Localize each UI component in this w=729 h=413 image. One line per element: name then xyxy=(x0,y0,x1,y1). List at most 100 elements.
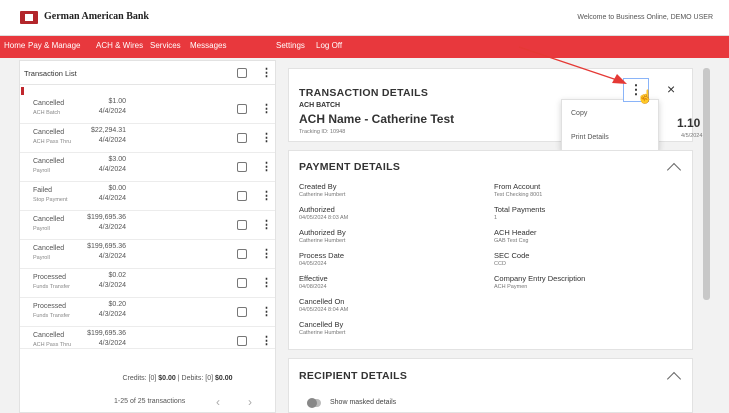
row-checkbox[interactable] xyxy=(237,249,247,259)
row-type: Payroll xyxy=(33,255,50,261)
row-status: Cancelled xyxy=(33,129,65,136)
row-type: Stop Payment xyxy=(33,197,68,203)
welcome-message: Welcome to Business Online, DEMO USER xyxy=(577,14,713,21)
cancelled-by-value: Catherine Humbert xyxy=(299,330,346,336)
row-checkbox[interactable] xyxy=(237,307,247,317)
row-date: 4/3/2024 xyxy=(98,253,126,260)
row-amount: $199,695.36 xyxy=(87,214,126,221)
menu-copy[interactable]: Copy xyxy=(571,110,587,117)
top-bar: German American Bank Welcome to Business… xyxy=(0,0,729,36)
row-amount: $22,294.31 xyxy=(90,127,126,134)
collapse-chevron-icon[interactable] xyxy=(666,162,682,178)
row-more-icon[interactable]: ⋮ xyxy=(261,306,272,318)
row-checkbox[interactable] xyxy=(237,133,247,143)
row-type: Payroll xyxy=(33,226,50,232)
transaction-list-panel: Transaction List ⋮ Cancelled ACH Batch $… xyxy=(19,60,276,413)
menu-print-details[interactable]: Print Details xyxy=(571,134,609,141)
payment-details-card: PAYMENT DETAILS Created By Catherine Hum… xyxy=(288,150,693,350)
row-more-icon[interactable]: ⋮ xyxy=(261,335,272,347)
transaction-details-card: TRANSACTION DETAILS ACH BATCH ACH Name -… xyxy=(288,68,702,151)
transaction-row[interactable]: Cancelled ACH Pass Thru $199,695.36 4/3/… xyxy=(20,327,275,349)
payment-details-title: PAYMENT DETAILS xyxy=(299,161,401,173)
totals-summary: Credits: [0] $0.00 | Debits: [0] $0.00 xyxy=(20,375,275,382)
mask-toggle[interactable] xyxy=(307,398,321,408)
nav-services[interactable]: Services xyxy=(150,41,181,50)
nav-ach-wires[interactable]: ACH & Wires xyxy=(96,41,143,50)
row-more-icon[interactable]: ⋮ xyxy=(261,190,272,202)
sec-code-value: CCD xyxy=(494,261,506,267)
row-checkbox[interactable] xyxy=(237,278,247,288)
row-more-icon[interactable]: ⋮ xyxy=(261,161,272,173)
main-nav: Home Pay & Manage ACH & Wires Services M… xyxy=(0,36,729,58)
next-page-icon[interactable]: › xyxy=(248,395,252,409)
nav-settings[interactable]: Settings xyxy=(276,41,305,50)
debits-amount: $0.00 xyxy=(214,375,233,382)
nav-home[interactable]: Home xyxy=(4,41,25,50)
nav-log-off[interactable]: Log Off xyxy=(316,41,342,50)
transaction-row[interactable]: Cancelled ACH Batch $1.00 4/4/2024 ⋮ xyxy=(20,95,275,124)
row-date: 4/4/2024 xyxy=(98,137,126,144)
mask-toggle-label: Show masked details xyxy=(330,399,397,406)
row-date: 4/4/2024 xyxy=(98,195,126,202)
bank-logo-icon[interactable] xyxy=(20,11,38,24)
row-amount: $0.20 xyxy=(108,301,126,308)
collapse-chevron-icon[interactable] xyxy=(666,371,682,387)
row-type: Funds Transfer xyxy=(33,313,70,319)
row-amount: $0.02 xyxy=(108,272,126,279)
from-account-value: Test Checking 8001 xyxy=(494,192,543,198)
row-more-icon[interactable]: ⋮ xyxy=(261,277,272,289)
row-status: Cancelled xyxy=(33,332,65,339)
transaction-row[interactable]: Cancelled Payroll $199,695.36 4/3/2024 ⋮ xyxy=(20,211,275,240)
transaction-list-title: Transaction List xyxy=(24,69,77,78)
select-all-checkbox[interactable] xyxy=(237,68,247,78)
credits-amount: $0.00 xyxy=(158,375,176,382)
row-more-icon[interactable]: ⋮ xyxy=(261,248,272,260)
transaction-row[interactable]: Failed Stop Payment $0.00 4/4/2024 ⋮ xyxy=(20,182,275,211)
ach-header-label: ACH Header xyxy=(494,228,537,237)
row-checkbox[interactable] xyxy=(237,191,247,201)
transaction-date: 4/5/2024 xyxy=(681,133,703,139)
row-more-icon[interactable]: ⋮ xyxy=(261,103,272,115)
transaction-details-title: TRANSACTION DETAILS xyxy=(299,87,429,99)
prev-page-icon[interactable]: ‹ xyxy=(216,395,220,409)
from-account-label: From Account xyxy=(494,182,541,191)
row-amount: $199,695.36 xyxy=(87,330,126,337)
row-type: Payroll xyxy=(33,168,50,174)
sec-code-label: SEC Code xyxy=(494,251,530,260)
transaction-row[interactable]: Cancelled Payroll $199,695.36 4/3/2024 ⋮ xyxy=(20,240,275,269)
row-checkbox[interactable] xyxy=(237,220,247,230)
transaction-amount: 1.10 xyxy=(677,116,701,130)
transaction-row[interactable]: Processed Funds Transfer $0.20 4/3/2024 … xyxy=(20,298,275,327)
scrollbar[interactable] xyxy=(703,68,710,300)
row-status: Cancelled xyxy=(33,100,65,107)
close-icon[interactable]: × xyxy=(667,81,675,97)
row-more-icon[interactable]: ⋮ xyxy=(261,132,272,144)
hand-cursor-icon: ☝ xyxy=(637,89,654,104)
debits-label: | Debits: [0] xyxy=(175,375,215,382)
effective-label: Effective xyxy=(299,274,328,283)
nav-pay-manage[interactable]: Pay & Manage xyxy=(28,41,80,50)
transaction-row[interactable]: Cancelled Payroll $3.00 4/4/2024 ⋮ xyxy=(20,153,275,182)
row-date: 4/3/2024 xyxy=(98,282,126,289)
row-date: 4/3/2024 xyxy=(98,340,126,347)
row-more-icon[interactable]: ⋮ xyxy=(261,219,272,231)
row-type: ACH Pass Thru xyxy=(33,139,72,145)
row-amount: $1.00 xyxy=(108,98,126,105)
transaction-row[interactable]: Cancelled ACH Pass Thru $22,294.31 4/4/2… xyxy=(20,124,275,153)
authorized-by-label: Authorized By xyxy=(299,228,346,237)
row-checkbox[interactable] xyxy=(237,336,247,346)
process-date-value: 04/05/2024 xyxy=(299,261,327,267)
row-amount: $3.00 xyxy=(108,156,126,163)
cancelled-on-value: 04/05/2024 8:04 AM xyxy=(299,307,349,313)
list-more-icon[interactable]: ⋮ xyxy=(261,67,272,79)
created-by-value: Catherine Humbert xyxy=(299,192,346,198)
row-date: 4/4/2024 xyxy=(98,166,126,173)
company-entry-label: Company Entry Description xyxy=(494,274,586,283)
row-amount: $199,695.36 xyxy=(87,243,126,250)
nav-messages[interactable]: Messages xyxy=(190,41,226,50)
row-checkbox[interactable] xyxy=(237,162,247,172)
transaction-row[interactable]: Processed Funds Transfer $0.02 4/3/2024 … xyxy=(20,269,275,298)
transaction-kind: ACH BATCH xyxy=(299,102,341,109)
row-checkbox[interactable] xyxy=(237,104,247,114)
transaction-list-header: Transaction List ⋮ xyxy=(20,61,275,85)
